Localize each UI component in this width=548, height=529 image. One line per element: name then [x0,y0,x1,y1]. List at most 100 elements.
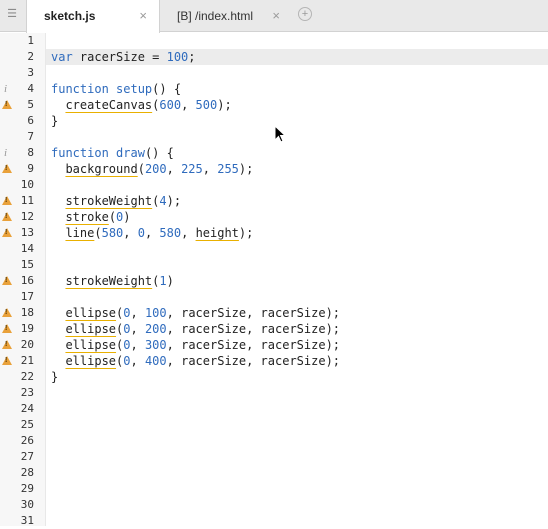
tab-sketch-js[interactable]: sketch.js × [26,0,160,33]
code-line: ellipse(0, 100, racerSize, racerSize); [65,306,341,320]
line-number: 11 [20,194,34,207]
gutter-row: 9 [0,161,46,177]
gutter-row: 18 [0,305,46,321]
line-number: 1 [27,34,34,47]
add-tab-icon[interactable]: + [298,7,312,21]
gutter-row: 19 [0,321,46,337]
line-number: 10 [20,178,34,191]
gutter-row: 30 [0,497,46,513]
line-number: 17 [20,290,34,303]
code-line: function setup() { [51,82,182,96]
code-line: createCanvas(600, 500); [65,98,232,112]
line-number: 28 [20,466,34,479]
warning-icon[interactable] [2,273,12,289]
line-number: 5 [27,98,34,111]
line-number: 22 [20,370,34,383]
tab-label: [B] /index.html [177,9,254,23]
line-number: 24 [20,402,34,415]
code-line: stroke(0) [65,210,131,224]
gutter-row: 14 [0,241,46,257]
line-number: 31 [20,514,34,527]
gutter-row: 13 [0,225,46,241]
line-number: 21 [20,354,34,367]
line-number: 9 [27,162,34,175]
line-number: 20 [20,338,34,351]
code-line: line(580, 0, 580, height); [65,226,254,240]
gutter-row: i4 [0,81,46,97]
tab-bar: ☰ sketch.js × [B] /index.html × + [0,0,548,33]
gutter-row: 28 [0,465,46,481]
code-line: function draw() { [51,146,174,160]
line-number: 14 [20,242,34,255]
gutter-row: 11 [0,193,46,209]
tab-index-html[interactable]: [B] /index.html × [160,0,290,32]
code-editor[interactable]: 123i4567i8910111213141516171819202122232… [0,33,548,529]
code-line: ellipse(0, 200, racerSize, racerSize); [65,322,341,336]
line-number: 8 [27,146,34,159]
gutter-row: 24 [0,401,46,417]
close-icon[interactable]: × [139,0,147,32]
gutter-row: 2 [0,49,46,65]
line-number: 16 [20,274,34,287]
line-number: 18 [20,306,34,319]
warning-icon[interactable] [2,97,12,113]
gutter-row: i8 [0,145,46,161]
warning-icon[interactable] [2,337,12,353]
gutter-row: 25 [0,417,46,433]
gutter-row: 21 [0,353,46,369]
gutter-row: 26 [0,433,46,449]
line-number: 19 [20,322,34,335]
close-icon[interactable]: × [272,0,280,32]
info-icon[interactable]: i [2,145,12,161]
code-line: strokeWeight(4); [65,194,182,208]
line-number-gutter: 123i4567i8910111213141516171819202122232… [0,33,46,529]
gutter-row: 15 [0,257,46,273]
gutter-row: 10 [0,177,46,193]
code-line: strokeWeight(1) [65,274,174,288]
code-line: ellipse(0, 300, racerSize, racerSize); [65,338,341,352]
line-number: 6 [27,114,34,127]
tab-label: sketch.js [44,9,96,23]
warning-icon[interactable] [2,193,12,209]
gutter-row: 7 [0,129,46,145]
line-number: 26 [20,434,34,447]
tab-list-icon[interactable]: ☰ [6,8,18,20]
line-number: 23 [20,386,34,399]
line-number: 30 [20,498,34,511]
warning-icon[interactable] [2,225,12,241]
mouse-cursor-icon [274,125,287,143]
line-number: 25 [20,418,34,431]
warning-icon[interactable] [2,161,12,177]
gutter-row: 20 [0,337,46,353]
line-number: 4 [27,82,34,95]
gutter-row: 23 [0,385,46,401]
code-line: } [51,114,59,128]
code-line: background(200, 225, 255); [65,162,254,176]
warning-icon[interactable] [2,321,12,337]
gutter-row: 3 [0,65,46,81]
code-line: ellipse(0, 400, racerSize, racerSize); [65,354,341,368]
gutter-row: 17 [0,289,46,305]
gutter-row: 22 [0,369,46,385]
gutter-row: 27 [0,449,46,465]
gutter-row: 31 [0,513,46,529]
warning-icon[interactable] [2,353,12,369]
gutter-row: 5 [0,97,46,113]
line-number: 3 [27,66,34,79]
gutter-row: 6 [0,113,46,129]
gutter-row: 16 [0,273,46,289]
line-number: 12 [20,210,34,223]
line-number: 15 [20,258,34,271]
gutter-row: 12 [0,209,46,225]
warning-icon[interactable] [2,209,12,225]
gutter-row: 1 [0,33,46,49]
line-number: 2 [27,50,34,63]
code-line: } [51,370,59,384]
line-number: 7 [27,130,34,143]
code-area[interactable]: var racerSize = 100; function setup() { c… [47,33,548,526]
code-line: var racerSize = 100; [51,50,196,64]
line-number: 29 [20,482,34,495]
warning-icon[interactable] [2,305,12,321]
line-number: 27 [20,450,34,463]
info-icon[interactable]: i [2,81,12,97]
